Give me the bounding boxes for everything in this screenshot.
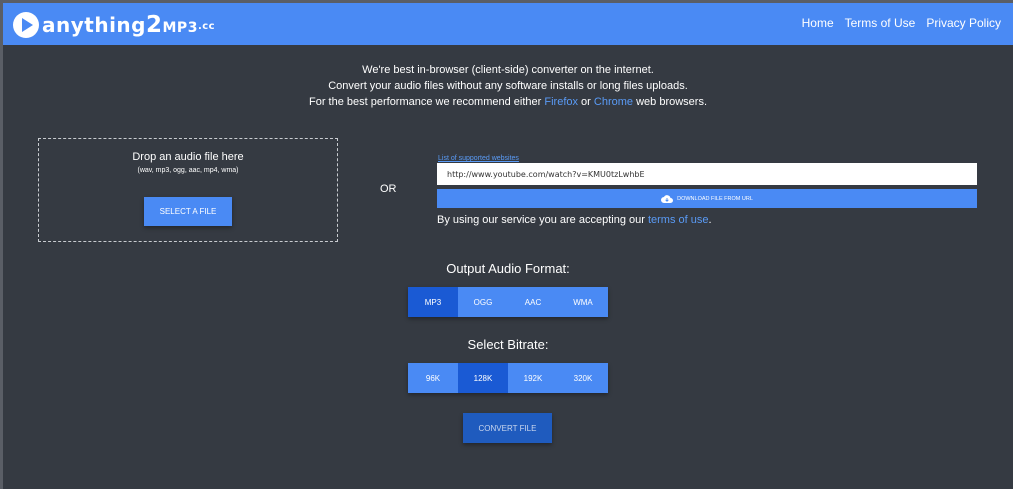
format-ogg-button[interactable]: OGG [458,287,508,317]
terms-prefix: By using our service you are accepting o… [437,214,648,226]
cloud-download-icon [661,194,674,203]
format-aac-button[interactable]: AAC [508,287,558,317]
intro-line-3-or: or [578,96,594,108]
nav-home-link[interactable]: Home [802,16,834,30]
or-separator: OR [380,183,397,195]
intro-line-3-suffix: web browsers. [633,96,708,108]
download-button-label: DOWNLOAD FILE FROM URL [677,195,753,202]
convert-file-button[interactable]: CONVERT FILE [463,413,552,443]
dropzone-title: Drop an audio file here [132,151,244,163]
bitrate-192k-button[interactable]: 192K [508,363,558,393]
format-mp3-button[interactable]: MP3 [408,287,458,317]
logo-text: anything2MP3.cc [42,12,215,38]
chrome-link[interactable]: Chrome [594,96,633,108]
select-file-button[interactable]: SELECT A FILE [144,197,232,226]
play-circle-icon [13,12,39,38]
nav-terms-link[interactable]: Terms of Use [845,16,916,30]
intro-line-3-prefix: For the best performance we recommend ei… [308,96,545,108]
logo[interactable]: anything2MP3.cc [13,10,215,40]
bitrate-128k-button[interactable]: 128K [458,363,508,393]
nav-privacy-link[interactable]: Privacy Policy [926,16,1001,30]
firefox-link[interactable]: Firefox [544,96,578,108]
bitrate-320k-button[interactable]: 320K [558,363,608,393]
nav-links: Home Terms of Use Privacy Policy [802,16,1001,30]
navbar: anything2MP3.cc Home Terms of Use Privac… [3,3,1013,45]
format-wma-button[interactable]: WMA [558,287,608,317]
url-input[interactable] [437,163,977,185]
intro-line-1: We're best in-browser (client-side) conv… [362,64,654,76]
terms-notice: By using our service you are accepting o… [437,214,712,226]
format-button-group: MP3 OGG AAC WMA [408,287,608,317]
dropzone-formats: (wav, mp3, ogg, aac, mp4, wma) [137,167,239,174]
file-dropzone[interactable]: Drop an audio file here (wav, mp3, ogg, … [38,138,338,242]
logo-text-part2: 2 [145,12,163,38]
terms-suffix: . [708,214,712,226]
intro-line-3: For the best performance we recommend ei… [3,94,1013,110]
app-window: anything2MP3.cc Home Terms of Use Privac… [3,3,1013,489]
logo-text-part1: anything [42,13,146,37]
intro-text: We're best in-browser (client-side) conv… [3,62,1013,110]
logo-text-part4: .cc [197,21,216,32]
output-format-label: Output Audio Format: [446,261,570,276]
intro-line-2: Convert your audio files without any sof… [328,80,688,92]
bitrate-label: Select Bitrate: [467,337,549,352]
bitrate-button-group: 96K 128K 192K 320K [408,363,608,393]
bitrate-96k-button[interactable]: 96K [408,363,458,393]
logo-text-part3: MP3 [162,20,198,36]
terms-of-use-link[interactable]: terms of use [648,214,709,226]
download-from-url-button[interactable]: DOWNLOAD FILE FROM URL [437,189,977,208]
supported-websites-link[interactable]: List of supported websites [438,155,519,162]
